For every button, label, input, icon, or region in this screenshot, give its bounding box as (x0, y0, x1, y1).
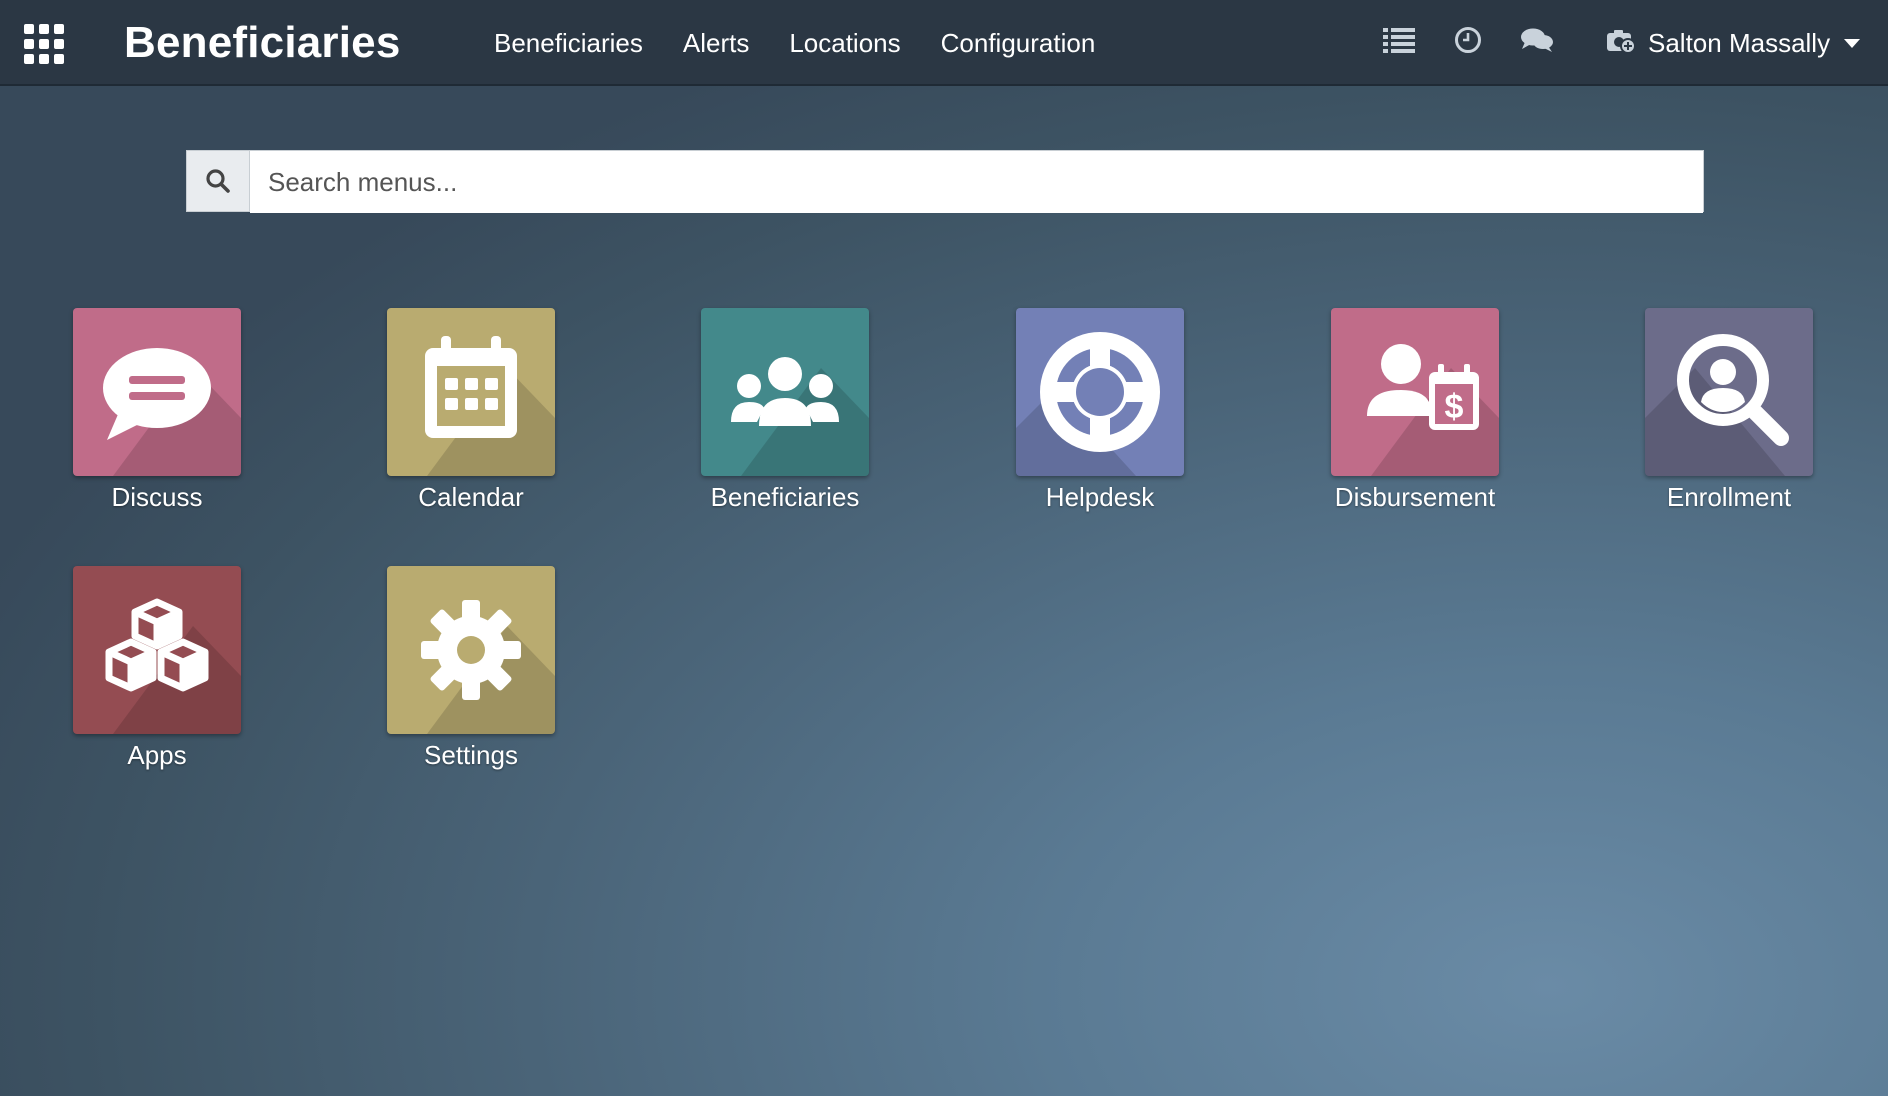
app-label: Discuss (111, 482, 203, 512)
gear-icon (387, 566, 555, 734)
app-label: Settings (424, 740, 518, 770)
calendar-icon (387, 308, 555, 476)
top-navbar: Beneficiaries Beneficiaries Alerts Locat… (0, 0, 1888, 86)
menu-alerts[interactable]: Alerts (683, 28, 749, 59)
speech-bubble-icon (73, 308, 241, 476)
app-label: Enrollment (1666, 482, 1792, 512)
company-camera-icon (1606, 28, 1636, 59)
menu-configuration[interactable]: Configuration (941, 28, 1096, 59)
app-tile-apps[interactable]: Apps (32, 566, 282, 786)
app-label: Apps (127, 740, 187, 770)
life-ring-icon (1016, 308, 1184, 476)
menu-locations[interactable]: Locations (789, 28, 900, 59)
search-input[interactable] (250, 151, 1703, 213)
app-label: Disbursement (1334, 482, 1496, 512)
users-group-icon (701, 308, 869, 476)
user-menu[interactable]: Salton Massally (1606, 22, 1861, 64)
menu-search-bar (186, 150, 1704, 213)
app-tile-helpdesk[interactable]: Helpdesk (975, 308, 1225, 528)
app-tile-discuss[interactable]: Discuss (32, 308, 282, 528)
app-label: Beneficiaries (710, 482, 860, 512)
app-label: Helpdesk (1045, 482, 1155, 512)
apps-grid-icon[interactable] (24, 24, 64, 64)
svg-text:$: $ (1445, 388, 1464, 426)
main-menu: Beneficiaries Alerts Locations Configura… (494, 0, 1135, 86)
cubes-icon (73, 566, 241, 734)
magnifier-user-icon (1645, 308, 1813, 476)
chat-icon[interactable] (1520, 26, 1554, 59)
app-tile-enrollment[interactable]: Enrollment (1604, 308, 1854, 528)
list-icon[interactable] (1383, 26, 1415, 59)
app-tile-beneficiaries[interactable]: Beneficiaries (660, 308, 910, 528)
user-name: Salton Massally (1648, 27, 1831, 58)
app-tile-calendar[interactable]: Calendar (346, 308, 596, 528)
user-payment-icon: $ (1331, 308, 1499, 476)
app-tile-disbursement[interactable]: $ Disbursement (1290, 308, 1540, 528)
chevron-down-icon (1844, 38, 1861, 48)
app-brand-title: Beneficiaries (124, 18, 401, 67)
clock-icon[interactable] (1454, 26, 1482, 59)
menu-beneficiaries[interactable]: Beneficiaries (494, 28, 643, 59)
search-icon (187, 151, 250, 211)
app-tile-settings[interactable]: Settings (346, 566, 596, 786)
app-label: Calendar (418, 482, 524, 512)
